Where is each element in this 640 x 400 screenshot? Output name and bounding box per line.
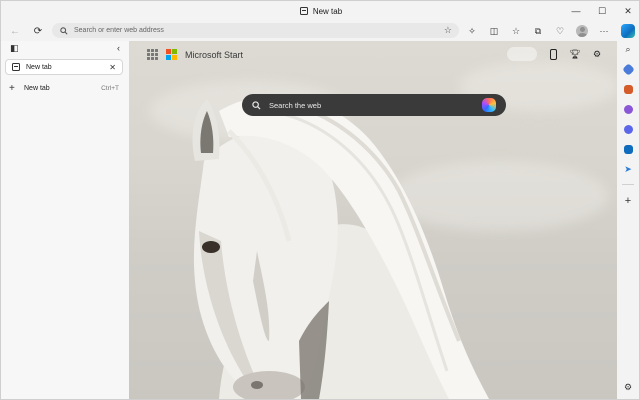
- favorites-button[interactable]: ☆: [507, 22, 525, 40]
- window-title-text: New tab: [312, 6, 343, 16]
- trophy-icon: 🏆︎: [569, 48, 581, 59]
- new-tab-button[interactable]: + New tab Ctrl+T: [5, 81, 123, 95]
- rewards-button[interactable]: 🏆︎: [569, 47, 581, 61]
- sidebar-settings-button[interactable]: ⚙: [620, 379, 636, 395]
- new-tab-label: New tab: [24, 84, 50, 92]
- maximize-icon: ☐: [597, 5, 607, 16]
- sign-in-button[interactable]: [507, 47, 537, 61]
- sidebar-add-button[interactable]: +: [620, 193, 636, 209]
- copilot-icon: [621, 24, 635, 38]
- favorites-icon: ☆: [511, 25, 521, 36]
- sidebar-divider: [622, 184, 634, 185]
- games-icon: [623, 104, 633, 114]
- collections-icon: ⧉: [534, 25, 542, 36]
- tag-icon: [621, 62, 635, 76]
- sidebar-shopping[interactable]: [620, 61, 636, 77]
- tab-label: New tab: [26, 63, 52, 71]
- puzzle-icon: ✧: [468, 25, 476, 36]
- minimize-icon: —: [571, 6, 581, 16]
- close-button[interactable]: ✕: [615, 1, 640, 21]
- search-icon: [60, 26, 68, 35]
- add-icon: +: [624, 195, 632, 207]
- page-top-right-controls: 🏆︎ ⚙: [507, 47, 603, 61]
- sidebar-games[interactable]: [620, 101, 636, 117]
- microsoft-logo-icon: [166, 49, 177, 60]
- minimize-button[interactable]: —: [563, 1, 589, 21]
- tab-actions-icon[interactable]: ◧: [10, 43, 19, 54]
- refresh-icon: ⟳: [33, 25, 43, 37]
- tab-icon: [12, 63, 20, 71]
- address-placeholder: Search or enter web address: [74, 27, 164, 34]
- collections-button[interactable]: ⧉: [529, 22, 547, 40]
- microsoft-start-header: Microsoft Start: [147, 49, 243, 60]
- favorite-star-icon[interactable]: ☆: [444, 25, 452, 36]
- window-title: New tab: [299, 6, 343, 16]
- gear-icon: ⚙: [623, 381, 633, 392]
- tab-icon: [299, 7, 308, 15]
- sidebar-search[interactable]: ⌕: [620, 41, 636, 57]
- heart-pulse-icon: ♡: [555, 25, 565, 36]
- profile-button[interactable]: [573, 22, 591, 40]
- tab-new-tab[interactable]: New tab ✕: [5, 59, 123, 75]
- sidebar-microsoft-365[interactable]: [620, 121, 636, 137]
- briefcase-icon: [623, 84, 633, 94]
- send-icon: ➤: [624, 163, 632, 174]
- page-settings-button[interactable]: ⚙: [591, 47, 603, 61]
- plus-icon: +: [9, 82, 15, 94]
- address-bar[interactable]: Search or enter web address ☆: [52, 23, 459, 38]
- microsoft-365-icon: [623, 124, 633, 134]
- back-button[interactable]: ←: [6, 22, 24, 40]
- more-menu-button[interactable]: ···: [595, 22, 613, 40]
- brand-label[interactable]: Microsoft Start: [185, 50, 243, 60]
- tabs-panel-header: ◧ ‹: [1, 41, 129, 55]
- close-tab-icon[interactable]: ✕: [109, 63, 116, 72]
- back-arrow-icon: ←: [10, 25, 20, 37]
- extensions-button[interactable]: ✧: [463, 22, 481, 40]
- close-icon: ✕: [624, 5, 632, 16]
- new-tab-shortcut: Ctrl+T: [101, 84, 119, 92]
- window-controls: — ☐ ✕: [563, 1, 640, 21]
- split-screen-icon: ◫: [489, 25, 499, 36]
- browser-essentials-button[interactable]: ♡: [551, 22, 569, 40]
- gear-icon: ⚙: [592, 48, 602, 59]
- outlook-icon: [623, 144, 633, 154]
- title-bar: New tab — ☐ ✕: [1, 1, 640, 21]
- search-icon: ⌕: [625, 43, 631, 54]
- right-sidebar: ⌕ ➤ + ⚙: [617, 21, 639, 399]
- sidebar-tools[interactable]: [620, 81, 636, 97]
- search-placeholder: Search the web: [269, 100, 322, 110]
- app-launcher-icon[interactable]: [147, 49, 158, 60]
- sidebar-copilot[interactable]: [620, 23, 636, 39]
- ellipsis-icon: ···: [599, 26, 609, 36]
- mobile-app-button[interactable]: [547, 47, 559, 61]
- web-search-box[interactable]: Search the web: [242, 94, 506, 116]
- sidebar-drop[interactable]: ➤: [620, 161, 636, 177]
- browser-window: New tab — ☐ ✕ ← ⟳ Search or enter web ad…: [0, 0, 640, 400]
- sidebar-outlook[interactable]: [620, 141, 636, 157]
- collapse-panel-icon[interactable]: ‹: [117, 43, 120, 53]
- maximize-button[interactable]: ☐: [589, 1, 615, 21]
- split-screen-button[interactable]: ◫: [485, 22, 503, 40]
- phone-icon: [549, 48, 557, 60]
- search-icon: [252, 100, 261, 110]
- avatar: [576, 25, 588, 37]
- new-tab-page: Microsoft Start 🏆︎ ⚙ Search the web: [129, 41, 617, 399]
- toolbar-right: ✧ ◫ ☆ ⧉ ♡ ···: [463, 21, 635, 41]
- vertical-tabs-panel: ◧ ‹ New tab ✕ + New tab Ctrl+T: [1, 41, 129, 399]
- refresh-button[interactable]: ⟳: [29, 22, 47, 40]
- copilot-icon[interactable]: [482, 98, 496, 112]
